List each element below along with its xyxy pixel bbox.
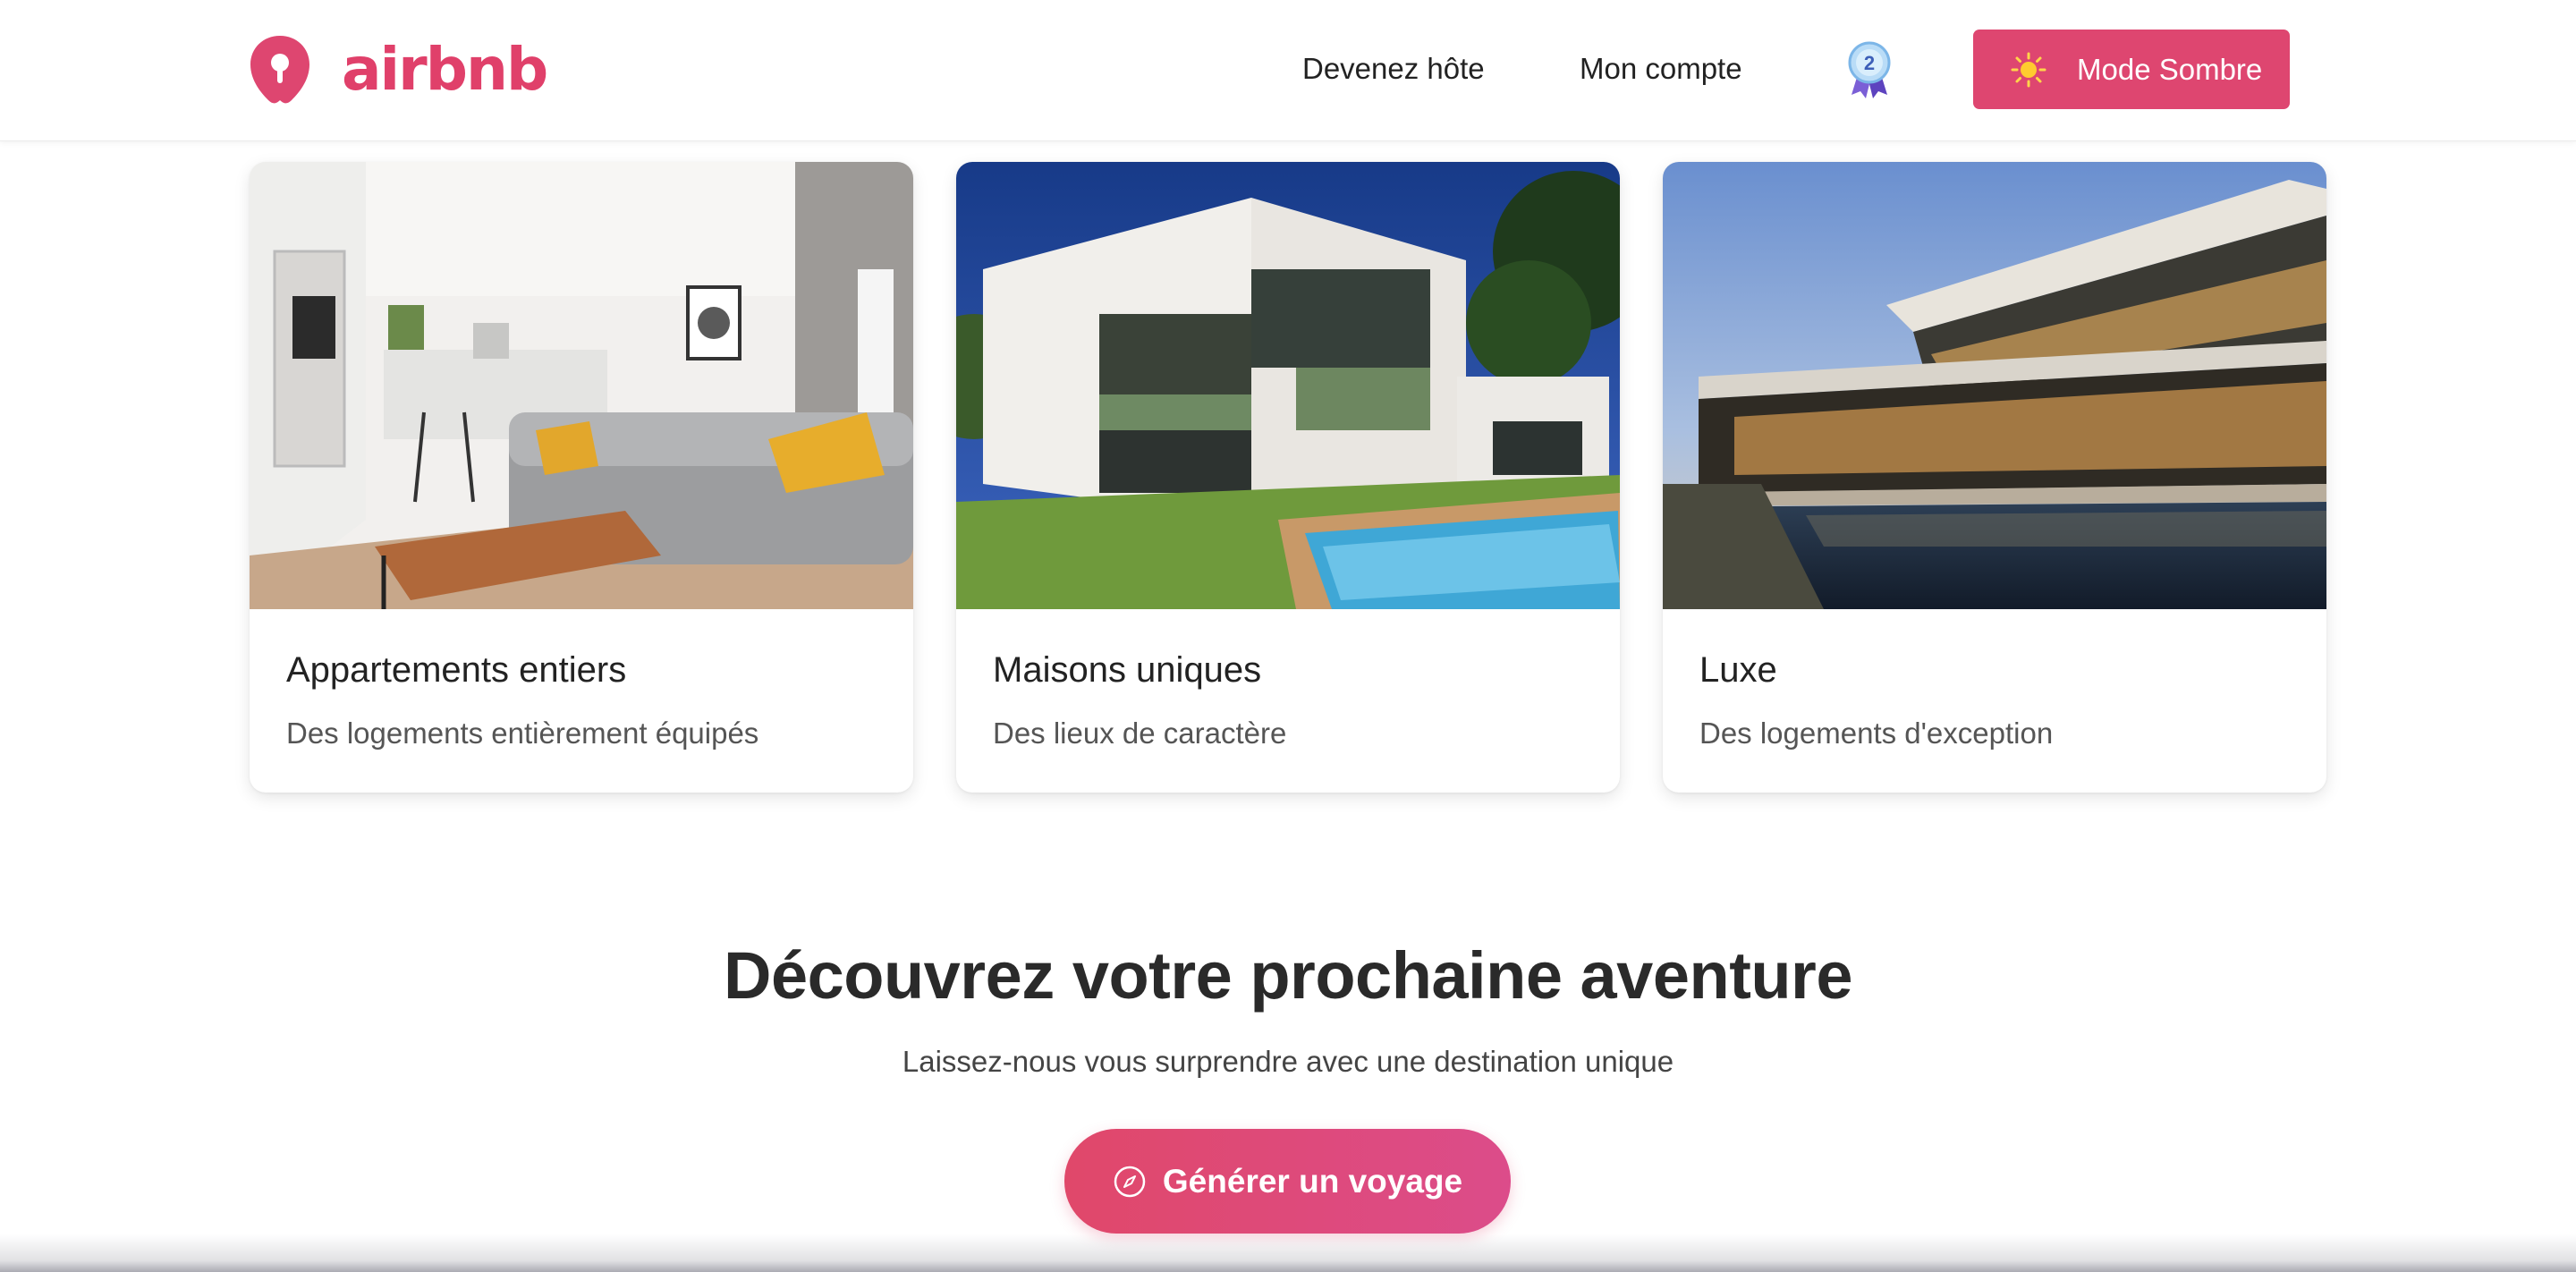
luxury-villa-image bbox=[1663, 162, 2326, 609]
top-navbar: airbnb Devenez hôte Mon compte 2 Mode So… bbox=[0, 0, 2576, 141]
my-account-link[interactable]: Mon compte bbox=[1580, 47, 1742, 91]
logo-wordmark: airbnb bbox=[342, 35, 548, 104]
cta-heading: Découvrez votre prochaine aventure bbox=[724, 938, 1853, 1013]
badge-number: 2 bbox=[1864, 52, 1875, 74]
sun-icon bbox=[2011, 52, 2046, 87]
card-subtitle: Des logements d'exception bbox=[1699, 717, 2054, 750]
generate-trip-label: Générer un voyage bbox=[1162, 1162, 1463, 1200]
card-title: Luxe bbox=[1699, 650, 1777, 690]
card-subtitle: Des logements entièrement équipés bbox=[286, 717, 759, 750]
dark-mode-toggle-button[interactable]: Mode Sombre bbox=[1973, 30, 2290, 109]
category-card-apartments[interactable]: Appartements entiers Des logements entiè… bbox=[250, 162, 913, 793]
location-pin-icon bbox=[250, 36, 309, 104]
award-badge-icon[interactable]: 2 bbox=[1846, 41, 1893, 98]
cta-subtitle: Laissez-nous vous surprendre avec une de… bbox=[902, 1045, 1674, 1078]
compass-icon bbox=[1114, 1166, 1146, 1197]
generate-trip-button[interactable]: Générer un voyage bbox=[1064, 1129, 1511, 1234]
card-subtitle: Des lieux de caractère bbox=[993, 717, 1287, 750]
dark-mode-label: Mode Sombre bbox=[2077, 52, 2263, 86]
category-card-luxury[interactable]: Luxe Des logements d'exception bbox=[1663, 162, 2326, 793]
bottom-shadow bbox=[0, 1234, 2576, 1272]
card-title: Maisons uniques bbox=[993, 650, 1262, 690]
modern-house-pool-image bbox=[956, 162, 1620, 609]
airbnb-logo[interactable]: airbnb bbox=[249, 34, 548, 106]
apartment-living-room-image bbox=[250, 162, 913, 609]
card-title: Appartements entiers bbox=[286, 650, 627, 690]
become-host-link[interactable]: Devenez hôte bbox=[1302, 47, 1485, 91]
category-card-houses[interactable]: Maisons uniques Des lieux de caractère bbox=[956, 162, 1620, 793]
